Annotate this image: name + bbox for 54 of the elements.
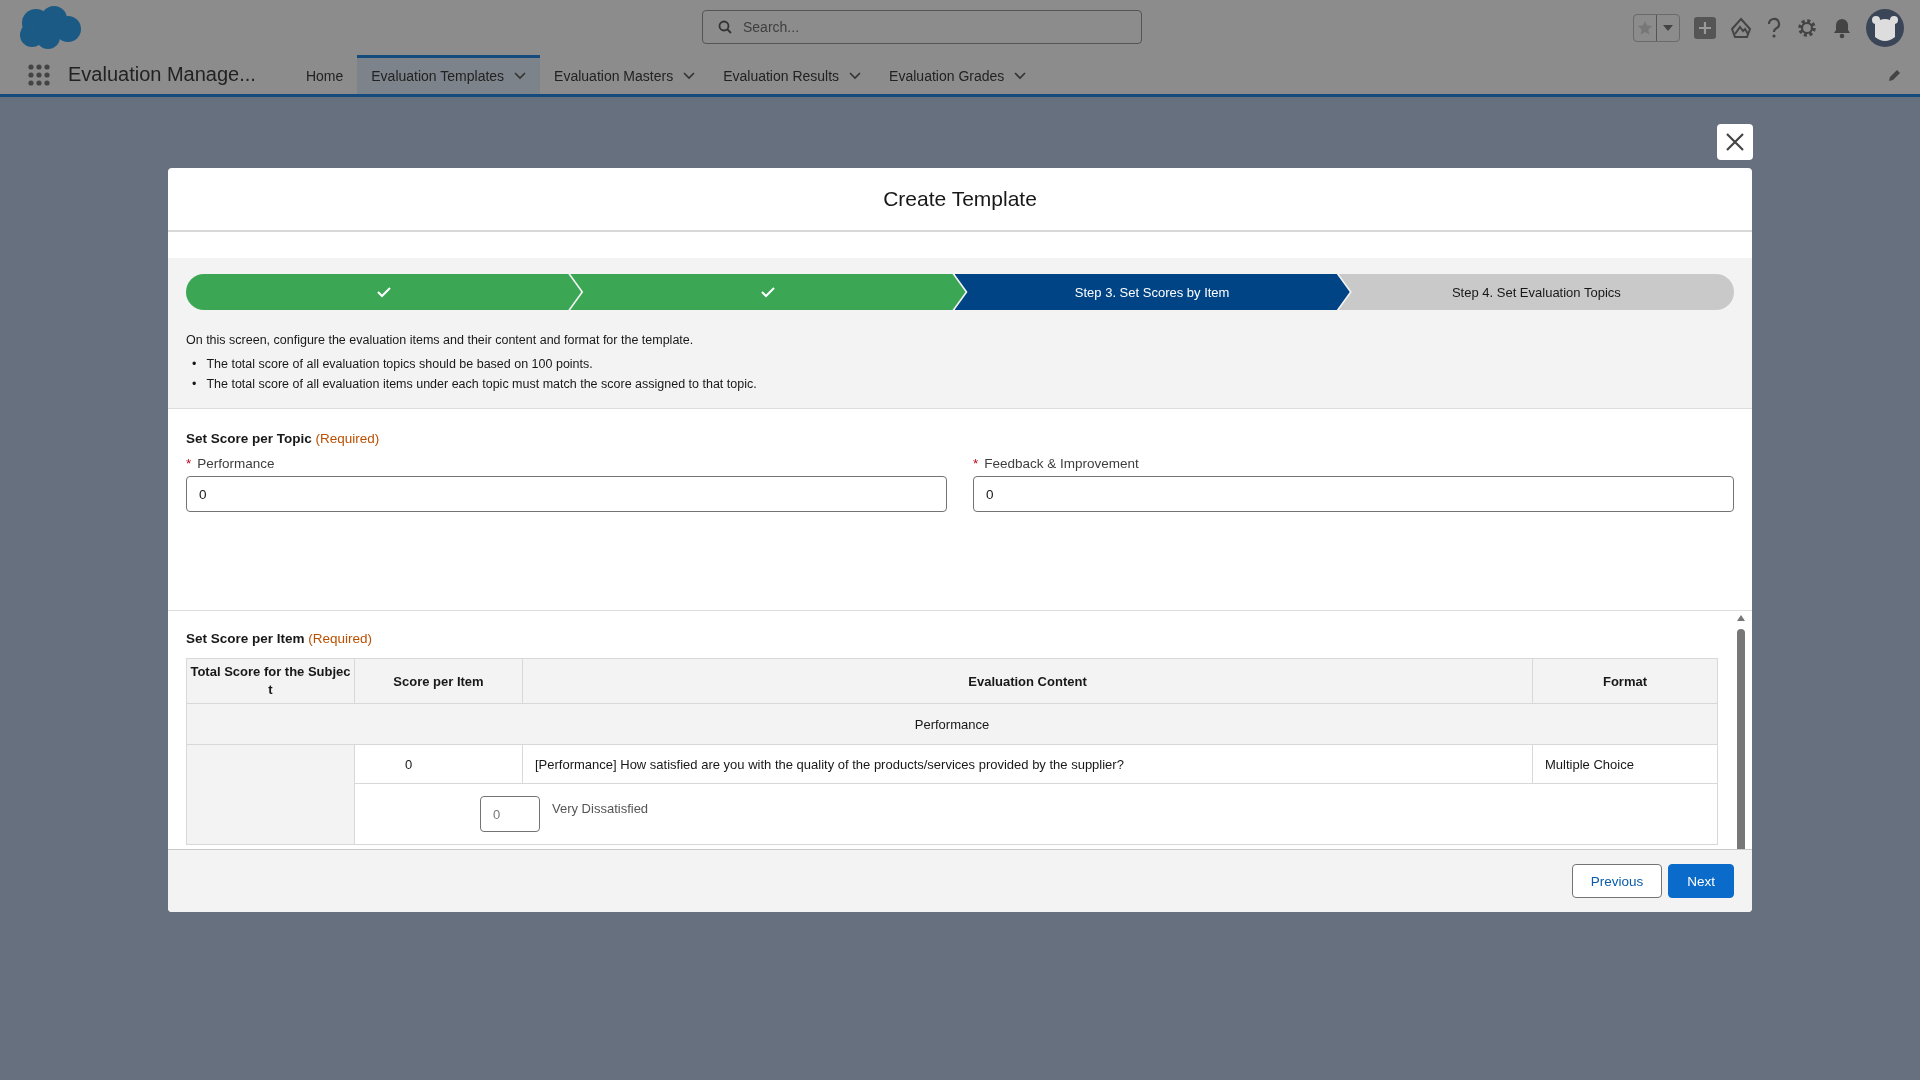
avatar-icon[interactable] — [1866, 8, 1904, 47]
bullet-mark: • — [192, 356, 197, 373]
table-cell: 0 — [354, 744, 523, 784]
section-title: Set Score per Item (Required) — [186, 631, 374, 646]
nav-tab[interactable]: Home — [291, 55, 358, 94]
column-header: Format — [1532, 658, 1718, 704]
add-icon[interactable] — [1694, 16, 1716, 39]
instruction-bullet: The total score of all evaluation topics should be based on 100 points. — [206, 356, 593, 373]
progress-step[interactable]: Step 3. Set Scores by Item — [954, 274, 1350, 310]
nav-tab[interactable]: Evaluation Masters — [540, 55, 710, 94]
bullet-mark: • — [192, 376, 197, 393]
chevron-down-icon[interactable] — [1014, 72, 1027, 80]
mountain-icon[interactable] — [1730, 16, 1752, 39]
choice-label: Very Dissatisfied — [552, 800, 649, 816]
scrollbar[interactable] — [1736, 615, 1746, 849]
field-label: Feedback & Improvement — [984, 456, 1139, 471]
nav-tab[interactable]: Evaluation Grades — [875, 55, 1041, 94]
help-icon[interactable] — [1766, 16, 1782, 39]
field-label: Performance — [197, 456, 275, 471]
score-field[interactable]: 0 — [186, 476, 947, 512]
chevron-down-icon[interactable] — [683, 72, 696, 80]
modal-title: Create Template — [883, 187, 1037, 211]
search-field[interactable]: Search... — [702, 10, 1142, 44]
settings-icon[interactable] — [1796, 16, 1818, 39]
bell-icon[interactable] — [1832, 16, 1852, 39]
column-header: Score per Item — [354, 658, 523, 704]
required-mark: * — [186, 456, 192, 471]
app-launcher-icon[interactable] — [28, 63, 50, 86]
check-icon — [760, 286, 775, 298]
choice-score-field[interactable]: 0 — [480, 796, 540, 832]
table-cell: [Performance] How satisfied are you with the quality of the products/services provided by the supplier? — [522, 744, 1533, 784]
column-header: Evaluation Content — [522, 658, 1533, 704]
group-row: Performance — [186, 703, 1718, 745]
instruction-bullet: The total score of all evaluation items under each topic must match the score assigned to that topic. — [206, 376, 757, 393]
nav-tab[interactable]: Evaluation Results — [709, 55, 876, 94]
search-icon — [718, 20, 732, 34]
required-mark: * — [973, 456, 979, 471]
footer-button[interactable]: Previous — [1571, 864, 1663, 898]
column-header: Total Score for the Subject — [186, 658, 355, 704]
caret-icon[interactable] — [1663, 24, 1673, 31]
app-name: Evaluation Manage... — [68, 62, 256, 87]
progress-step[interactable]: Step 4. Set Evaluation Topics — [1338, 274, 1734, 310]
close-button[interactable] — [1717, 124, 1753, 160]
footer-button[interactable]: Next — [1668, 864, 1734, 898]
chevron-down-icon[interactable] — [514, 72, 527, 80]
check-icon — [376, 286, 391, 298]
pencil-icon[interactable] — [1888, 67, 1902, 82]
section-title: Set Score per Topic (Required) — [186, 431, 381, 446]
instruction-text: On this screen, configure the evaluation items and their content and format for the template. — [186, 332, 695, 349]
close-icon — [1725, 132, 1745, 152]
nav-tab[interactable]: Evaluation Templates — [357, 55, 541, 94]
score-field[interactable]: 0 — [973, 476, 1734, 512]
chevron-down-icon[interactable] — [849, 72, 862, 80]
table-cell: Multiple Choice — [1532, 744, 1718, 784]
